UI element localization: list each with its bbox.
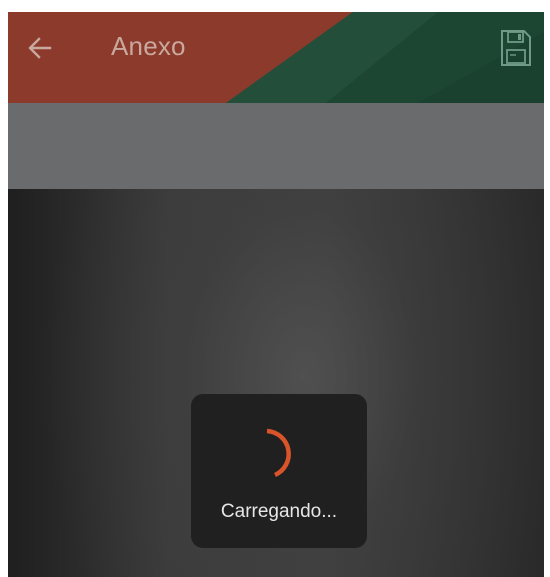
app-screen: Anexo Carregando... — [8, 12, 544, 577]
spinner-icon — [266, 428, 291, 478]
app-bar-background — [8, 12, 544, 103]
loading-dialog: Carregando... — [191, 394, 367, 548]
page-title: Anexo — [111, 31, 186, 61]
save-button[interactable] — [498, 26, 534, 70]
app-bar: Anexo — [8, 12, 544, 103]
preview-header-strip — [8, 103, 544, 189]
loading-text: Carregando... — [220, 501, 338, 522]
floppy-disk-icon — [501, 30, 531, 66]
arrow-left-icon — [28, 37, 52, 59]
back-button[interactable] — [22, 28, 58, 68]
